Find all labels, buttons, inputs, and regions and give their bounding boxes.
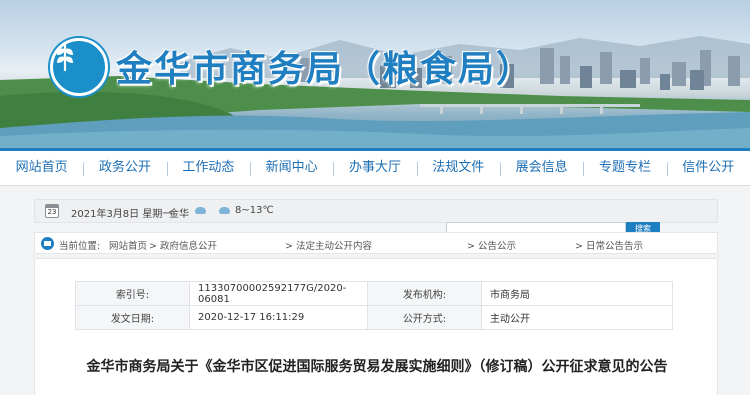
nav-item-regulations[interactable]: 法规文件 <box>416 151 500 185</box>
nav-item-public-letters[interactable]: 信件公开 <box>666 151 750 185</box>
nav-item-exhibitions[interactable]: 展会信息 <box>499 151 583 185</box>
current-date: 2021年3月8日 星期一 <box>71 209 173 220</box>
nav-item-news-center[interactable]: 新闻中心 <box>249 151 333 185</box>
breadcrumb-prefix: 当前位置: <box>59 241 101 252</box>
header-banner: 金华市商务局（粮食局） <box>0 0 750 148</box>
publisher-value: 市商务局 <box>481 281 673 306</box>
home-icon <box>41 237 54 250</box>
breadcrumb-item-gov-info[interactable]: > 政府信息公开 <box>149 238 217 252</box>
index-value: 113307000025921​77G/2020-06081 <box>189 281 368 306</box>
index-label: 索引号: <box>75 281 190 306</box>
site-title[interactable]: 金华市商务局（粮食局） <box>116 40 534 92</box>
weather-temperature: 8~13℃ <box>235 205 274 216</box>
publisher-label: 发布机构: <box>367 281 482 306</box>
info-bar: 23 2021年3月8日 星期一 金华 8~13℃ <box>34 199 718 223</box>
breadcrumb-item-home[interactable]: 网站首页 <box>109 238 147 252</box>
document-title: 金华市商务局关于《金华市区促进国际服务贸易发展实施细则》（修订稿）公开征求意见的… <box>86 359 668 375</box>
disclosure-mode-label: 公开方式: <box>367 305 482 330</box>
breadcrumb-item-statutory[interactable]: > 法定主动公开内容 <box>285 238 372 252</box>
issue-date-label: 发文日期: <box>75 305 190 330</box>
nav-item-gov-affairs[interactable]: 政务公开 <box>83 151 166 185</box>
cloud-icon <box>195 207 206 214</box>
disclosure-mode-value: 主动公开 <box>481 305 673 330</box>
breadcrumb: 当前位置: 网站首页 > 政府信息公开 > 法定主动公开内容 > 公告公示 > … <box>34 232 718 254</box>
document-meta-table: 索引号: 113307000025921​77G/2020-06081 发布机构… <box>75 281 673 330</box>
calendar-icon: 23 <box>45 204 59 218</box>
nav-item-special-topics[interactable]: 专题专栏 <box>583 151 666 185</box>
cloud-icon <box>219 207 230 214</box>
breadcrumb-item-daily-notices[interactable]: > 日常公告告示 <box>575 238 643 252</box>
nav-item-service-hall[interactable]: 办事大厅 <box>333 151 416 185</box>
issue-date-value: 2020-12-17 16:11:29 <box>189 305 368 330</box>
main-nav: 网站首页 政务公开 工作动态 新闻中心 办事大厅 法规文件 展会信息 专题专栏 … <box>0 148 750 186</box>
nav-item-home[interactable]: 网站首页 <box>0 151 83 185</box>
nav-item-work-news[interactable]: 工作动态 <box>166 151 250 185</box>
wheat-emblem-icon[interactable] <box>50 38 108 96</box>
article-panel: 索引号: 113307000025921​77G/2020-06081 发布机构… <box>34 258 718 395</box>
weather-city: 金华 <box>169 209 189 220</box>
breadcrumb-item-notices[interactable]: > 公告公示 <box>467 238 516 252</box>
